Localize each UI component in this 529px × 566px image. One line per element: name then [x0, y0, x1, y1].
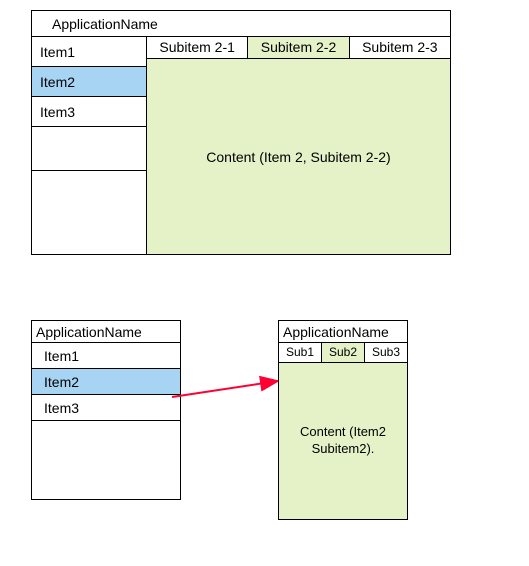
small-right-mockup: ApplicationName Sub1 Sub2 Sub3 Content (…: [278, 320, 408, 520]
app-body: Item1 Item2 Item3 Subitem 2-1 Subitem 2-…: [32, 37, 450, 254]
sidebar-fill: [32, 171, 146, 254]
tab-bar: Subitem 2-1 Subitem 2-2 Subitem 2-3: [147, 37, 450, 59]
sr-tab-2[interactable]: Sub2: [322, 343, 365, 362]
sidebar-item-3[interactable]: Item3: [32, 97, 146, 127]
sr-tab-3[interactable]: Sub3: [365, 343, 407, 362]
small-left-mockup: ApplicationName Item1 Item2 Item3: [31, 320, 181, 500]
app-title: ApplicationName: [32, 11, 450, 37]
sidebar: Item1 Item2 Item3: [32, 37, 147, 254]
sr-tab-1[interactable]: Sub1: [279, 343, 322, 362]
tab-subitem-1[interactable]: Subitem 2-1: [147, 37, 248, 58]
sr-content-area: Content (Item2 Subitem2).: [279, 363, 407, 519]
sl-sidebar-item-2[interactable]: Item2: [32, 369, 180, 395]
sidebar-item-2[interactable]: Item2: [32, 67, 146, 97]
app-title-small-left: ApplicationName: [32, 321, 180, 343]
sl-sidebar-item-1[interactable]: Item1: [32, 343, 180, 369]
large-mockup: ApplicationName Item1 Item2 Item3 Subite…: [31, 10, 451, 255]
tab-subitem-3[interactable]: Subitem 2-3: [350, 37, 450, 58]
tab-subitem-2[interactable]: Subitem 2-2: [248, 37, 349, 58]
sidebar-spacer: [32, 127, 146, 171]
transition-arrow-icon: [170, 375, 290, 405]
app-title-small-right: ApplicationName: [279, 321, 407, 343]
sidebar-item-1[interactable]: Item1: [32, 37, 146, 67]
sl-sidebar-item-3[interactable]: Item3: [32, 395, 180, 421]
main-pane: Subitem 2-1 Subitem 2-2 Subitem 2-3 Cont…: [147, 37, 450, 254]
content-area: Content (Item 2, Subitem 2-2): [147, 59, 450, 254]
sr-tab-bar: Sub1 Sub2 Sub3: [279, 343, 407, 363]
